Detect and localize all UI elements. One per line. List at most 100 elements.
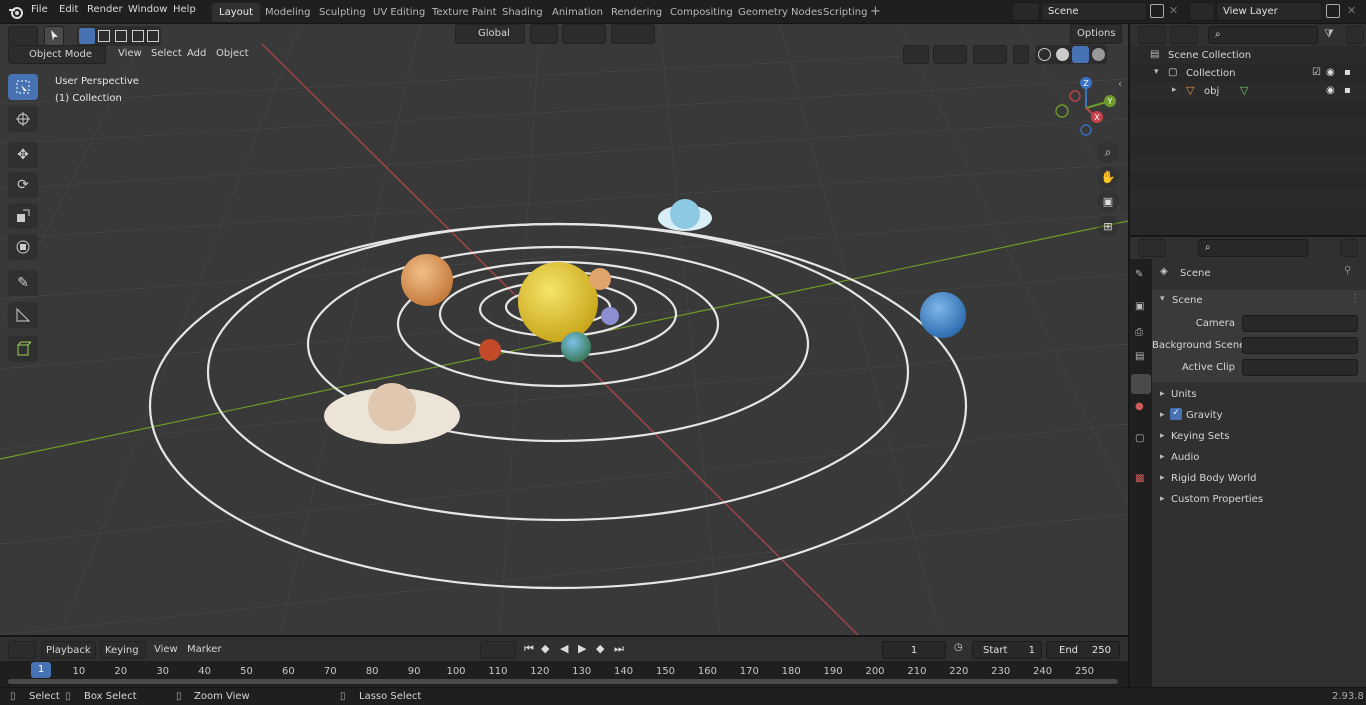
view-layer-field[interactable]: View Layer	[1216, 2, 1322, 21]
rotate-tool[interactable]: ⟳	[8, 172, 38, 198]
auto-keying-toggle[interactable]	[480, 641, 516, 659]
tab-geometry-nodes[interactable]: Geometry Nodes	[731, 3, 829, 22]
active-clip-field[interactable]	[1242, 359, 1358, 376]
pivot-point-dropdown[interactable]	[530, 24, 558, 44]
scale-tool[interactable]	[8, 203, 38, 229]
units-section[interactable]: ▸ Units	[1152, 385, 1366, 404]
exclude-checkbox-icon[interactable]: ☑	[1312, 67, 1321, 78]
visibility-dropdown[interactable]	[903, 45, 929, 64]
jump-to-keyframe-back-icon[interactable]: ◆	[541, 642, 549, 655]
rigid-body-world-section[interactable]: ▸ Rigid Body World	[1152, 469, 1366, 488]
obj-render-camera-icon[interactable]: ▪	[1344, 85, 1351, 96]
gravity-checkbox[interactable]: ✓	[1170, 408, 1182, 420]
tab-compositing[interactable]: Compositing	[663, 3, 740, 22]
navigation-gizmo[interactable]: Z Y X	[1052, 74, 1120, 142]
xray-toggle[interactable]	[1013, 45, 1029, 64]
properties-editor-type-button[interactable]	[1138, 239, 1166, 257]
output-tab-icon[interactable]: ⎙	[1135, 327, 1143, 338]
tab-scripting[interactable]: Scripting	[816, 3, 874, 22]
viewport-scene[interactable]	[0, 24, 1128, 635]
jump-to-keyframe-forward-icon[interactable]: ◆	[596, 642, 604, 655]
overlays-toggle[interactable]	[973, 45, 1007, 64]
select-intersect-icon[interactable]	[147, 30, 159, 42]
tab-sculpting[interactable]: Sculpting	[312, 3, 373, 22]
jump-to-end-icon[interactable]: ⏭	[614, 642, 624, 656]
add-workspace-icon[interactable]: +	[870, 4, 881, 19]
measure-tool[interactable]	[8, 302, 38, 328]
camera-field[interactable]	[1242, 315, 1358, 332]
select-new-icon[interactable]	[79, 28, 95, 44]
viewport-menu-view[interactable]: View	[118, 48, 142, 59]
play-icon[interactable]: ▶	[578, 642, 586, 655]
marker-menu[interactable]: Marker	[187, 644, 222, 655]
annotate-tool[interactable]: ✎	[8, 270, 38, 296]
select-subtract-icon[interactable]	[115, 30, 127, 42]
keying-sets-section[interactable]: ▸ Keying Sets	[1152, 427, 1366, 446]
play-reverse-icon[interactable]: ◀	[560, 642, 568, 655]
menu-help[interactable]: Help	[173, 4, 196, 15]
area-divider[interactable]	[1130, 235, 1366, 237]
expand-arrow-icon[interactable]: ▾	[1154, 67, 1159, 77]
new-scene-icon[interactable]	[1150, 4, 1164, 18]
texture-tab-icon[interactable]: ▩	[1135, 473, 1144, 484]
toggle-perspective-grid-icon[interactable]: ⊞	[1097, 215, 1119, 237]
proportional-editing-toggle[interactable]	[611, 24, 655, 44]
tab-rendering[interactable]: Rendering	[604, 3, 669, 22]
tab-modeling[interactable]: Modeling	[258, 3, 318, 22]
tool-tab-icon[interactable]: ✎	[1135, 269, 1143, 280]
sidebar-toggle-icon[interactable]: ‹	[1118, 79, 1122, 90]
world-tab-icon[interactable]: ●	[1135, 401, 1144, 412]
shading-modes[interactable]	[1035, 45, 1107, 64]
visibility-eye-icon[interactable]: ◉	[1326, 67, 1335, 78]
rendered-shading-icon[interactable]	[1092, 48, 1105, 61]
render-tab-icon[interactable]: ▣	[1135, 301, 1144, 312]
viewport-menu-add[interactable]: Add	[187, 48, 206, 59]
outliner-search-input[interactable]: ⌕	[1208, 26, 1318, 44]
transform-orientation-dropdown[interactable]: Global	[455, 24, 525, 44]
viewport-menu-select[interactable]: Select	[151, 48, 182, 59]
selection-mode-group[interactable]	[77, 26, 161, 46]
drag-handle-icon[interactable]: ⋮	[1350, 293, 1360, 304]
tab-animation[interactable]: Animation	[545, 3, 610, 22]
filter-icon[interactable]: ⧩	[1324, 27, 1334, 41]
gravity-section[interactable]: ▸ ✓ Gravity	[1152, 406, 1366, 425]
menu-edit[interactable]: Edit	[59, 4, 78, 15]
select-extend-icon[interactable]	[98, 30, 110, 42]
move-tool[interactable]: ✥	[8, 142, 38, 168]
options-dropdown[interactable]: Options	[1070, 24, 1122, 44]
area-divider[interactable]	[1128, 24, 1130, 687]
camera-view-icon[interactable]: ▣	[1097, 190, 1119, 212]
solid-shading-icon[interactable]	[1056, 48, 1069, 61]
close-scene-icon[interactable]: ✕	[1169, 4, 1178, 17]
outliner-editor-type-button[interactable]	[1138, 26, 1166, 44]
area-divider[interactable]	[0, 635, 1128, 637]
cursor-tool[interactable]	[8, 106, 38, 132]
snap-toggle[interactable]	[562, 24, 606, 44]
outliner-display-mode-button[interactable]	[1170, 26, 1198, 44]
playback-menu[interactable]: Playback	[41, 641, 96, 659]
add-cube-tool[interactable]	[8, 336, 38, 362]
gizmo-toggle[interactable]	[933, 45, 967, 64]
scene-name-field[interactable]: Scene	[1041, 2, 1147, 21]
audio-section[interactable]: ▸ Audio	[1152, 448, 1366, 467]
editor-type-button[interactable]	[8, 26, 38, 46]
object-mode-dropdown[interactable]: Object Mode	[8, 45, 106, 64]
viewport-menu-object[interactable]: Object	[216, 48, 249, 59]
view-layer-selector-button[interactable]	[1189, 2, 1215, 21]
current-frame-field[interactable]: 1	[882, 641, 946, 659]
outliner-row-collection[interactable]: ▾ ▢ Collection ☑ ◉ ▪	[1130, 64, 1366, 82]
view-layer-tab-icon[interactable]: ▤	[1135, 351, 1144, 362]
pan-view-hand-icon[interactable]: ✋	[1097, 166, 1119, 188]
properties-options-button[interactable]	[1340, 239, 1358, 257]
select-box-tool[interactable]	[8, 74, 38, 100]
scene-tab-icon[interactable]	[1131, 374, 1151, 394]
properties-search-input[interactable]: ⌕	[1198, 239, 1308, 257]
start-frame-field[interactable]: Start 1	[972, 641, 1042, 659]
pin-icon[interactable]: ⚲	[1344, 265, 1351, 276]
scene-selector-button[interactable]	[1012, 2, 1040, 21]
background-scene-field[interactable]	[1242, 337, 1358, 354]
outliner-row-obj[interactable]: ▸ ▽ obj ▽ ◉ ▪	[1130, 82, 1366, 100]
3d-viewport[interactable]: Global Options Object Mode View Select A…	[0, 24, 1128, 635]
custom-properties-section[interactable]: ▸ Custom Properties	[1152, 490, 1366, 509]
clock-icon[interactable]: ◷	[954, 642, 963, 653]
